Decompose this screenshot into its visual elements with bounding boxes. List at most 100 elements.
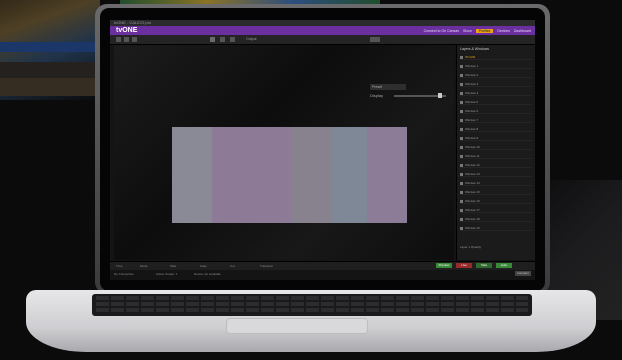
- layer-icon: [460, 217, 463, 221]
- toolbar-toggle[interactable]: [370, 37, 380, 42]
- preview-icon[interactable]: [220, 37, 225, 42]
- layer-label: Window 14: [465, 181, 480, 185]
- layer-icon: [460, 91, 463, 95]
- toolbar-label-output[interactable]: Output: [246, 36, 257, 42]
- layer-icon: [460, 118, 463, 122]
- connect-button[interactable]: Connect: [515, 271, 531, 276]
- layer-row[interactable]: Window 14: [460, 181, 532, 186]
- transport-mode[interactable]: Mode: [140, 263, 148, 269]
- keyboard-row: [96, 296, 528, 300]
- layer-row[interactable]: Window 7: [460, 118, 532, 123]
- snap-icon[interactable]: [230, 37, 235, 42]
- transport-transition[interactable]: Transition: [260, 263, 273, 269]
- canvas-segment[interactable]: [292, 127, 332, 223]
- layer-row[interactable]: Window 8: [460, 127, 532, 132]
- layer-row[interactable]: Window 3: [460, 82, 532, 87]
- layer-label: Window 16: [465, 199, 480, 203]
- status-output: Active Output: 1: [156, 272, 178, 276]
- layer-label: Window 2: [465, 73, 479, 77]
- layer-row[interactable]: ON AIR: [460, 55, 532, 60]
- slider-handle[interactable]: [438, 93, 443, 98]
- layer-row[interactable]: Window 5: [460, 100, 532, 105]
- transport-cut[interactable]: Cut: [230, 263, 235, 269]
- view-icon[interactable]: [124, 37, 129, 42]
- layer-icon: [460, 127, 463, 131]
- background-stands: [0, 62, 96, 78]
- menu-dashboard[interactable]: Dashboard: [514, 29, 531, 33]
- layer-row[interactable]: Window 11: [460, 154, 532, 159]
- fit-icon[interactable]: [116, 37, 121, 42]
- layer-label: Window 10: [465, 145, 480, 149]
- layer-row[interactable]: Window 16: [460, 199, 532, 204]
- layer-icon: [460, 64, 463, 68]
- layer-row[interactable]: Window 9: [460, 136, 532, 141]
- menu-connect[interactable]: Connect to On Canvas: [424, 29, 459, 33]
- toolbar: Output: [110, 35, 535, 45]
- transport-take[interactable]: Take: [170, 263, 176, 269]
- zoom-icon[interactable]: [210, 37, 215, 42]
- layer-row[interactable]: Window 4: [460, 91, 532, 96]
- keyboard: [92, 294, 532, 316]
- layer-label: Window 9: [465, 136, 479, 140]
- layer-icon: [460, 55, 463, 59]
- transport-fade[interactable]: Fade: [200, 263, 207, 269]
- layer-label: Window 1: [465, 64, 479, 68]
- layer-row[interactable]: Window 15: [460, 190, 532, 195]
- menu-show[interactable]: Show: [463, 29, 472, 33]
- layer-icon: [460, 136, 463, 140]
- layer-icon: [460, 172, 463, 176]
- canvas-segment[interactable]: [332, 127, 367, 223]
- menu-profiles[interactable]: Profiles: [475, 28, 494, 33]
- layer-row[interactable]: Window 1: [460, 64, 532, 69]
- panel-footer: Layer 1 Opacity: [460, 245, 482, 249]
- layer-label: Window 6: [465, 109, 479, 113]
- layer-row[interactable]: Window 6: [460, 109, 532, 114]
- layer-label: Window 18: [465, 217, 480, 221]
- layer-label: Window 3: [465, 82, 479, 86]
- live-button[interactable]: Live: [456, 263, 472, 268]
- status-connection: No Connection: [114, 272, 134, 276]
- layer-row[interactable]: Window 12: [460, 163, 532, 168]
- laptop-screen: tvONE - CALICO.pro tvONE Connect to On C…: [110, 20, 535, 280]
- layer-label: Window 17: [465, 208, 480, 212]
- layer-label: Window 15: [465, 190, 480, 194]
- layer-row[interactable]: Window 17: [460, 208, 532, 213]
- layer-label: Window 4: [465, 91, 479, 95]
- layer-label: Window 12: [465, 163, 480, 167]
- video-wall-canvas[interactable]: [172, 127, 407, 223]
- canvas-segment[interactable]: [367, 127, 407, 223]
- panel-title: Layers & Windows: [460, 47, 489, 51]
- layer-icon: [460, 163, 463, 167]
- auto-button[interactable]: Auto: [496, 263, 512, 268]
- layer-label: Window 11: [465, 154, 480, 158]
- display-slider[interactable]: [394, 93, 446, 98]
- transport-time: Time: [116, 264, 123, 268]
- status-device: Device not available: [194, 272, 221, 276]
- background-crowd: [0, 78, 96, 96]
- layout-icon[interactable]: [132, 37, 137, 42]
- layer-row[interactable]: Window 10: [460, 145, 532, 150]
- background-photo: [0, 0, 100, 100]
- keyboard-row: [96, 308, 528, 312]
- layer-icon: [460, 199, 463, 203]
- layer-label: Window 8: [465, 127, 479, 131]
- layers-panel: Layers & Windows ON AIR Window 1 Window 2 W…: [456, 45, 535, 260]
- canvas-segment[interactable]: [172, 127, 212, 223]
- layer-icon: [460, 82, 463, 86]
- layer-icon: [460, 109, 463, 113]
- take-button[interactable]: Take: [476, 263, 492, 268]
- layer-label: ON AIR: [465, 55, 476, 59]
- layer-row[interactable]: Window 18: [460, 217, 532, 222]
- layer-icon: [460, 73, 463, 77]
- layer-row[interactable]: Window 2: [460, 73, 532, 78]
- preview-button[interactable]: Preview: [436, 263, 452, 268]
- preset-select[interactable]: Preset: [370, 84, 406, 90]
- layer-row[interactable]: Window 19: [460, 226, 532, 231]
- canvas-viewport[interactable]: Preset Display: [114, 45, 454, 275]
- keyboard-row: [96, 302, 528, 306]
- app-menubar: tvONE Connect to On Canvas Show Profiles…: [110, 26, 535, 35]
- layer-icon: [460, 190, 463, 194]
- menu-devices[interactable]: Devices: [497, 29, 509, 33]
- layer-row[interactable]: Window 13: [460, 172, 532, 177]
- canvas-segment[interactable]: [212, 127, 292, 223]
